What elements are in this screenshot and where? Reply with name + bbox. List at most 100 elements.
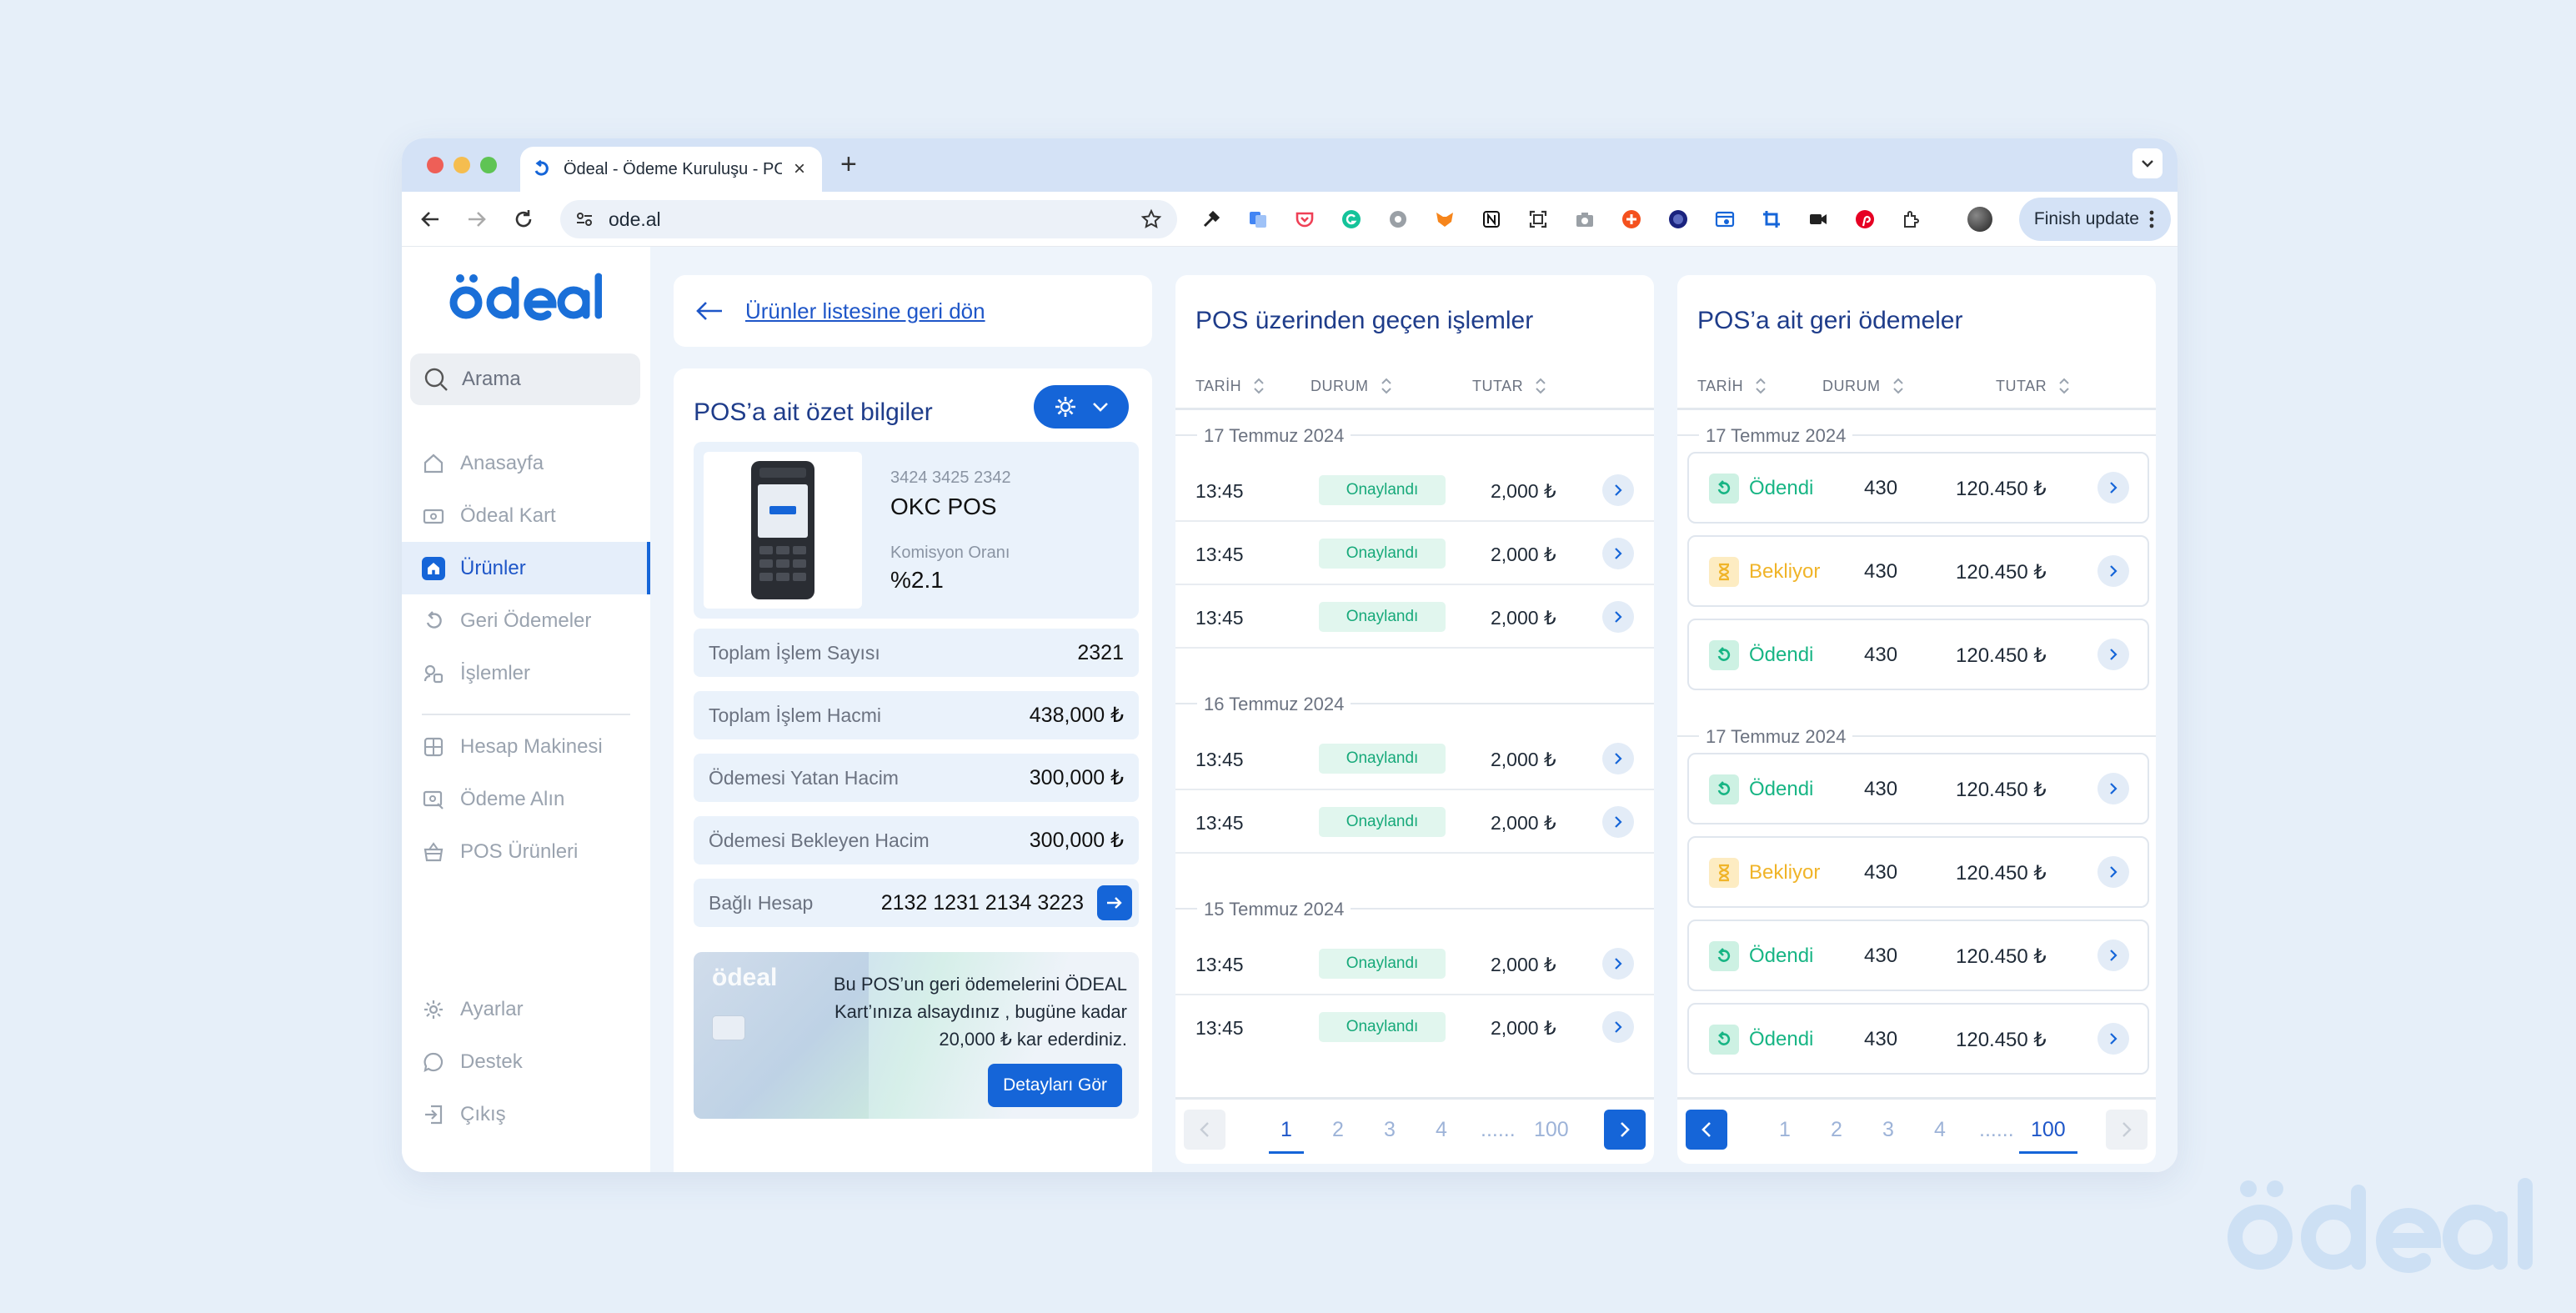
sidebar-item-cikis[interactable]: Çıkış <box>402 1088 650 1140</box>
table-row[interactable]: 13:45 Onaylandı 2,000 ₺ <box>1175 727 1654 790</box>
next-page-button[interactable] <box>1604 1110 1646 1150</box>
address-bar[interactable]: ode.al <box>560 200 1177 238</box>
window-extension-icon[interactable] <box>1714 208 1736 230</box>
row-detail-button[interactable] <box>1602 474 1634 506</box>
reload-icon[interactable] <box>512 208 535 231</box>
details-button[interactable]: Detayları Gör <box>988 1064 1122 1107</box>
camera-extension-icon[interactable] <box>1574 208 1596 230</box>
back-to-products-link[interactable]: Ürünler listesine geri dön <box>674 275 1152 347</box>
row-detail-button[interactable] <box>2097 773 2129 804</box>
table-row[interactable]: 13:45 Onaylandı 2,000 ₺ <box>1175 790 1654 854</box>
eyedropper-extension-icon[interactable] <box>1200 208 1222 230</box>
sidebar-item-hesap-makinesi[interactable]: Hesap Makinesi <box>402 720 650 773</box>
row-detail-button[interactable] <box>1602 806 1634 838</box>
page-100[interactable]: 100 <box>2019 1118 2077 1154</box>
grammarly-extension-icon[interactable] <box>1341 208 1362 230</box>
plus-circle-extension-icon[interactable] <box>1621 208 1642 230</box>
sidebar-item-pos-urunleri[interactable]: POS Ürünleri <box>402 825 650 878</box>
row-detail-button[interactable] <box>1602 1011 1634 1043</box>
screenshot-extension-icon[interactable] <box>1527 208 1549 230</box>
row-detail-button[interactable] <box>1602 538 1634 569</box>
row-detail-button[interactable] <box>2097 472 2129 504</box>
page-3[interactable]: 3 <box>1384 1118 1396 1142</box>
sort-status-header[interactable]: DURUM <box>1822 377 1904 395</box>
row-detail-button[interactable] <box>2097 856 2129 888</box>
refund-row[interactable]: Ödendi 430 120.450 ₺ <box>1687 452 2149 524</box>
site-settings-icon[interactable] <box>575 210 594 228</box>
profile-avatar[interactable] <box>1967 207 1992 232</box>
page-3[interactable]: 3 <box>1882 1118 1894 1142</box>
page-100[interactable]: 100 <box>1534 1118 1569 1142</box>
linked-account-button[interactable] <box>1097 885 1132 920</box>
maximize-window-button[interactable] <box>480 157 497 173</box>
sidebar-item-geri-odemeler[interactable]: Geri Ödemeler <box>402 594 650 647</box>
new-tab-icon[interactable]: + <box>840 148 857 181</box>
prev-page-button[interactable] <box>1686 1110 1727 1150</box>
row-detail-button[interactable] <box>2097 940 2129 971</box>
settings-dropdown-button[interactable] <box>1034 385 1129 428</box>
tab-close-icon[interactable]: × <box>794 159 805 179</box>
prev-page-button[interactable] <box>1184 1110 1225 1150</box>
refund-row[interactable]: Ödendi 430 120.450 ₺ <box>1687 753 2149 824</box>
page-4[interactable]: 4 <box>1436 1118 1447 1142</box>
row-detail-button[interactable] <box>1602 948 1634 980</box>
page-1[interactable]: 1 <box>1779 1118 1791 1142</box>
translate-extension-icon[interactable] <box>1247 208 1269 230</box>
search-input[interactable]: Arama <box>410 353 640 405</box>
finish-update-label: Finish update <box>2033 209 2139 228</box>
back-arrow-icon[interactable] <box>418 208 442 231</box>
table-row[interactable]: 13:45 Onaylandı 2,000 ₺ <box>1175 459 1654 522</box>
sort-amount-header[interactable]: TUTAR <box>1996 377 2070 395</box>
sort-date-header[interactable]: TARİH <box>1195 377 1265 395</box>
sort-status-header[interactable]: DURUM <box>1311 377 1392 395</box>
notion-extension-icon[interactable] <box>1481 208 1502 230</box>
next-page-button[interactable] <box>2106 1110 2148 1150</box>
sidebar-item-ayarlar[interactable]: Ayarlar <box>402 983 650 1035</box>
row-detail-button[interactable] <box>2097 639 2129 670</box>
page-2[interactable]: 2 <box>1332 1118 1344 1142</box>
sidebar-item-destek[interactable]: Destek <box>402 1035 650 1088</box>
tab-search-button[interactable] <box>2132 148 2163 178</box>
refund-row[interactable]: Ödendi 430 120.450 ₺ <box>1687 619 2149 690</box>
browser-tab[interactable]: Ödeal - Ödeme Kuruluşu - POS × <box>520 147 822 192</box>
refund-row[interactable]: Bekliyor 430 120.450 ₺ <box>1687 836 2149 908</box>
table-row[interactable]: 13:45 Onaylandı 2,000 ₺ <box>1175 932 1654 995</box>
gear-extension-icon[interactable] <box>1387 208 1409 230</box>
sidebar-item-odeme-alin[interactable]: Ödeme Alın <box>402 773 650 825</box>
extensions-puzzle-icon[interactable] <box>1901 208 1922 230</box>
sort-amount-header[interactable]: TUTAR <box>1472 377 1546 395</box>
odeal-logo[interactable] <box>449 272 602 322</box>
row-detail-button[interactable] <box>1602 743 1634 774</box>
refund-row[interactable]: Ödendi 430 120.450 ₺ <box>1687 920 2149 991</box>
video-extension-icon[interactable] <box>1807 208 1829 230</box>
crop-extension-icon[interactable] <box>1761 208 1782 230</box>
page-1[interactable]: 1 <box>1269 1118 1304 1154</box>
sidebar-item-urunler[interactable]: Ürünler <box>402 542 650 594</box>
metamask-extension-icon[interactable] <box>1434 208 1456 230</box>
page-2[interactable]: 2 <box>1831 1118 1842 1142</box>
sort-date-header[interactable]: TARİH <box>1697 377 1767 395</box>
table-row[interactable]: 13:45 Onaylandı 2,000 ₺ <box>1175 995 1654 1059</box>
forward-arrow-icon[interactable] <box>465 208 489 231</box>
row-detail-button[interactable] <box>1602 601 1634 633</box>
refund-row[interactable]: Bekliyor 430 120.450 ₺ <box>1687 535 2149 607</box>
close-window-button[interactable] <box>427 157 444 173</box>
table-row[interactable]: 13:45 Onaylandı 2,000 ₺ <box>1175 585 1654 649</box>
transactions-pagination: 1 2 3 4 ...... 100 <box>1175 1097 1654 1164</box>
minimize-window-button[interactable] <box>454 157 470 173</box>
sidebar-item-anasayfa[interactable]: Anasayfa <box>402 437 650 489</box>
page-4[interactable]: 4 <box>1934 1118 1946 1142</box>
row-detail-button[interactable] <box>2097 1023 2129 1055</box>
refund-row[interactable]: Ödendi 430 120.450 ₺ <box>1687 1003 2149 1075</box>
row-detail-button[interactable] <box>2097 555 2129 587</box>
sidebar-item-islemler[interactable]: İşlemler <box>402 647 650 699</box>
date-label: 17 Temmuz 2024 <box>1197 425 1351 447</box>
pocket-extension-icon[interactable] <box>1294 208 1316 230</box>
logout-icon <box>422 1103 445 1126</box>
pinterest-extension-icon[interactable] <box>1854 208 1876 230</box>
record-extension-icon[interactable] <box>1667 208 1689 230</box>
finish-update-button[interactable]: Finish update <box>2018 198 2171 241</box>
bookmark-star-icon[interactable] <box>1140 208 1162 230</box>
sidebar-item-odeal-kart[interactable]: Ödeal Kart <box>402 489 650 542</box>
table-row[interactable]: 13:45 Onaylandı 2,000 ₺ <box>1175 522 1654 585</box>
